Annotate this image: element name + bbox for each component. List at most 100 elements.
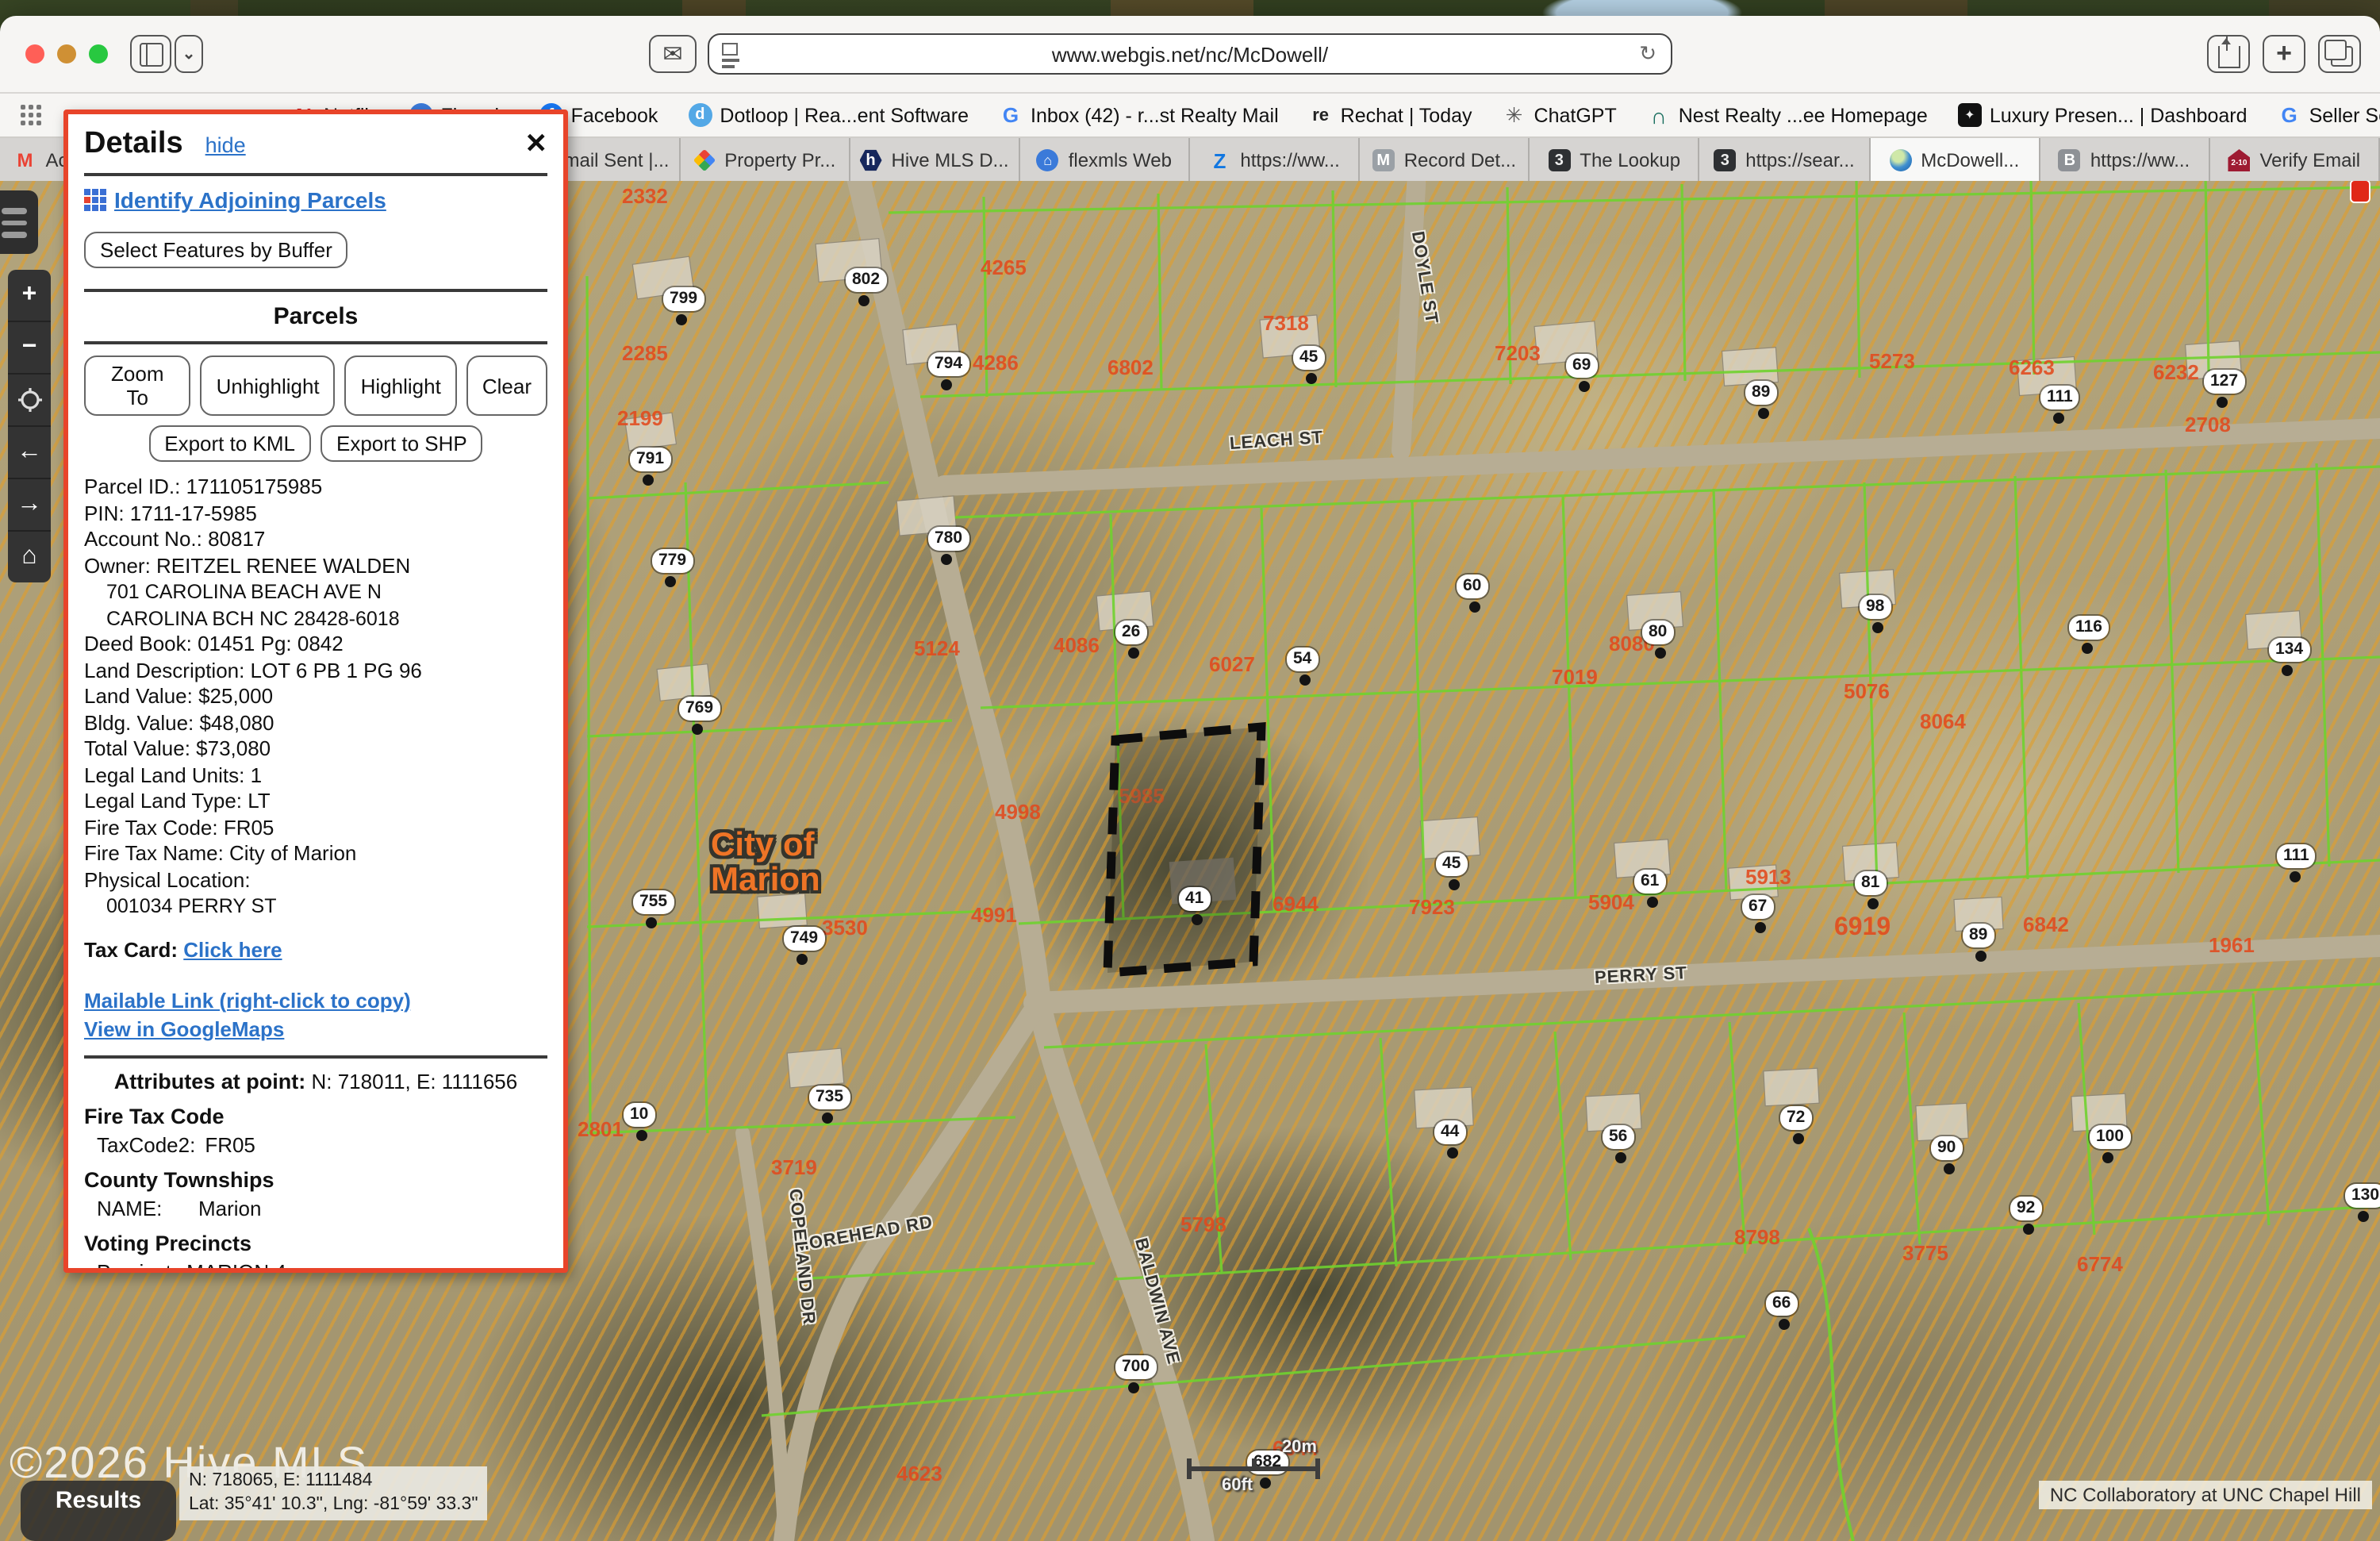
zoom-in-button[interactable]: +: [8, 270, 51, 322]
parcel-number-label: 7318: [1263, 311, 1309, 335]
parcel-number-label: 6263: [2009, 355, 2055, 379]
parcel-info-line: Legal Land Type: LT: [84, 789, 547, 815]
bookmark-item[interactable]: Rechat | Today: [1309, 103, 1472, 127]
record-icon: [1372, 149, 1395, 171]
browser-tab[interactable]: Verify Email: [2210, 138, 2380, 183]
share-icon: [2217, 46, 2240, 68]
address-number-marker: 67: [1742, 895, 1773, 919]
sidebar-toggle-button[interactable]: [130, 35, 171, 73]
bookmark-item[interactable]: ChatGPT: [1503, 103, 1617, 127]
bookmark-item[interactable]: Inbox (42) - r...st Realty Mail: [999, 103, 1279, 127]
export-button[interactable]: Export to KML: [148, 425, 311, 462]
screen: ⌄ ✉ www.webgis.net/nc/McDowell/ ↻ +: [0, 0, 2380, 1541]
chevron-down-icon: ⌄: [182, 45, 196, 63]
window-close-button[interactable]: [25, 44, 44, 63]
mail-button[interactable]: ✉: [649, 35, 697, 73]
parcel-info-line: Fire Tax Name: City of Marion: [84, 841, 547, 867]
zillow-icon: [1208, 149, 1230, 171]
parcel-number-label: 5124: [914, 636, 960, 660]
tab-overview-button[interactable]: [2318, 35, 2361, 73]
road-copeland: [743, 1133, 785, 1541]
parcel-number-label: 7203: [1495, 341, 1541, 365]
tax-card-link[interactable]: Click here: [183, 937, 282, 961]
panel-title: Details: [84, 127, 183, 162]
browser-tab[interactable]: flexmls Web: [1020, 138, 1190, 183]
parcel-number-label: 7019: [1552, 665, 1598, 689]
home-button[interactable]: ⌂: [8, 532, 51, 582]
forward-button[interactable]: →: [8, 479, 51, 532]
browser-toolbar: ⌄ ✉ www.webgis.net/nc/McDowell/ ↻ +: [0, 16, 2380, 94]
crosshair-icon: [17, 387, 42, 413]
attribute-section-heading: County Townships: [84, 1167, 547, 1191]
parcel-info-line: Land Value: $25,000: [84, 684, 547, 710]
parcel-action-button[interactable]: Zoom To: [84, 355, 191, 416]
attribute-row: TaxCode2: FR05: [84, 1132, 547, 1156]
mailable-link[interactable]: Mailable Link (right-click to copy): [84, 988, 411, 1012]
googlemaps-link[interactable]: View in GoogleMaps: [84, 1016, 284, 1040]
parcel-number-label: 6774: [2077, 1252, 2123, 1276]
browser-tab[interactable]: Property Pr...: [680, 138, 850, 183]
parcel-info-line: Account No.: 80817: [84, 527, 547, 553]
parcel-number-label: 2708: [2185, 413, 2231, 436]
road-doyle: [1401, 181, 1417, 451]
address-number-marker: 749: [784, 927, 824, 951]
address-number-marker: 98: [1860, 595, 1891, 619]
browser-tab[interactable]: McDowell...: [1870, 138, 2040, 183]
map-attribution: NC Collaboratory at UNC Chapel Hill: [2039, 1481, 2372, 1509]
identify-adjoining-link[interactable]: Identify Adjoining Parcels: [84, 187, 547, 213]
browser-tab[interactable]: Hive MLS D...: [850, 138, 1019, 183]
address-number-marker: 60: [1457, 575, 1488, 598]
attribute-section: Fire Tax Code TaxCode2: FR05: [84, 1104, 547, 1156]
export-button[interactable]: Export to SHP: [321, 425, 483, 462]
browser-tab[interactable]: https://sear...: [1700, 138, 1870, 183]
sidebar-menu-button[interactable]: ⌄: [175, 35, 203, 73]
parcel-number-label: 2332: [622, 184, 668, 208]
browser-tab[interactable]: https://ww...: [1190, 138, 1360, 183]
reader-icon[interactable]: [722, 43, 739, 63]
bookmark-item[interactable]: Seller Scoop Link: [2278, 103, 2380, 127]
locate-button[interactable]: [8, 375, 51, 427]
browser-tab[interactable]: Record Det...: [1360, 138, 1530, 183]
zoom-out-button[interactable]: −: [8, 322, 51, 375]
address-number-marker: 54: [1287, 648, 1318, 671]
parcel-info-line: Deed Book: 01451 Pg: 0842: [84, 632, 547, 658]
window-minimize-button[interactable]: [57, 44, 76, 63]
attribute-row: Precinct: MARION 4: [84, 1259, 547, 1273]
share-button[interactable]: [2207, 35, 2250, 73]
bicon-icon: [2059, 149, 2081, 171]
reload-icon[interactable]: ↻: [1639, 41, 1656, 67]
results-tab[interactable]: Results: [21, 1481, 176, 1541]
parcel-info-line: Bldg. Value: $48,080: [84, 710, 547, 736]
back-button[interactable]: ←: [8, 427, 51, 479]
hide-link[interactable]: hide: [205, 133, 246, 157]
parcel-action-button[interactable]: Highlight: [345, 355, 457, 416]
window-zoom-button[interactable]: [89, 44, 108, 63]
new-tab-button[interactable]: +: [2263, 35, 2305, 73]
parcel-number-label: 4086: [1054, 633, 1100, 657]
flexmls-icon: [1037, 149, 1059, 171]
address-number-marker: 66: [1766, 1292, 1797, 1316]
parcel-action-button[interactable]: Clear: [466, 355, 547, 416]
browser-tab[interactable]: The Lookup: [1530, 138, 1700, 183]
attribute-row: NAME: Marion: [84, 1196, 547, 1220]
select-features-by-buffer-button[interactable]: Select Features by Buffer: [84, 232, 348, 268]
envelope-icon: ✉: [662, 40, 682, 68]
map-corner-marker-icon: [2351, 181, 2369, 202]
parcel-info-line: CAROLINA BCH NC 28428-6018: [84, 605, 547, 632]
details-panel: Details hide ✕ Identify Adjoining Parcel…: [63, 110, 568, 1273]
plus-icon: +: [2276, 38, 2292, 70]
parcel-number-label: 2199: [617, 406, 663, 430]
bookmark-item[interactable]: [19, 103, 51, 127]
browser-tab[interactable]: https://ww...: [2040, 138, 2209, 183]
address-number-marker: 44: [1434, 1120, 1465, 1144]
menu-button[interactable]: [0, 190, 38, 254]
bookmark-item[interactable]: Dotloop | Rea...ent Software: [688, 103, 969, 127]
parcel-number-label: 3775: [1902, 1241, 1948, 1265]
address-number-marker: 700: [1115, 1355, 1156, 1379]
selected-parcel-outline: [1107, 727, 1261, 973]
parcel-action-button[interactable]: Unhighlight: [201, 355, 336, 416]
bookmark-item[interactable]: Nest Realty ...ee Homepage: [1647, 103, 1928, 127]
address-bar[interactable]: www.webgis.net/nc/McDowell/ ↻: [708, 33, 1672, 75]
close-icon[interactable]: ✕: [525, 129, 548, 160]
bookmark-item[interactable]: Luxury Presen... | Dashboard: [1958, 103, 2248, 127]
